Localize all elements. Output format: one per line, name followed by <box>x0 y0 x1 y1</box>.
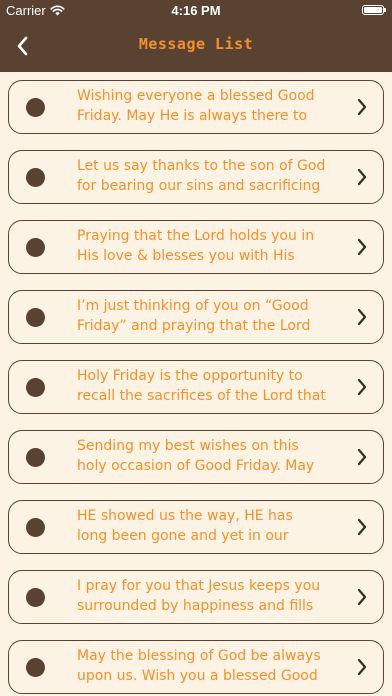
message-preview: May the blessing of God be always upon u… <box>77 648 321 684</box>
chevron-right-icon <box>357 588 367 606</box>
status-bar: Carrier 4:16 PM <box>0 0 392 22</box>
message-card[interactable]: May the blessing of God be always upon u… <box>8 640 384 694</box>
message-card[interactable]: Praying that the Lord holds you in His l… <box>8 220 384 274</box>
bullet-dot-icon <box>26 168 45 187</box>
chevron-right-icon <box>357 168 367 186</box>
bullet-dot-icon <box>26 378 45 397</box>
bullet-dot-icon <box>26 448 45 467</box>
chevron-right-icon <box>357 518 367 536</box>
message-preview: Holy Friday is the opportunity to recall… <box>77 368 326 404</box>
message-preview: Wishing everyone a blessed Good Friday. … <box>77 88 315 124</box>
clock: 4:16 PM <box>171 3 221 18</box>
navigation-header: Carrier 4:16 PM Message List <box>0 0 392 72</box>
chevron-right-icon <box>357 448 367 466</box>
message-preview: Praying that the Lord holds you in His l… <box>77 228 315 264</box>
message-preview: HE showed us the way, HE has long been g… <box>77 508 293 544</box>
message-card[interactable]: I’m just thinking of you on “Good Friday… <box>8 290 384 344</box>
bullet-dot-icon <box>26 588 45 607</box>
message-card[interactable]: Wishing everyone a blessed Good Friday. … <box>8 80 384 134</box>
message-preview: Sending my best wishes on this holy occa… <box>77 438 315 474</box>
chevron-right-icon <box>357 378 367 396</box>
chevron-right-icon <box>357 308 367 326</box>
message-preview: Let us say thanks to the son of God for … <box>77 158 326 194</box>
bullet-dot-icon <box>26 658 45 677</box>
message-list: Wishing everyone a blessed Good Friday. … <box>0 72 392 696</box>
page-title: Message List <box>138 35 254 53</box>
chevron-right-icon <box>357 658 367 676</box>
message-card[interactable]: I pray for you that Jesus keeps you surr… <box>8 570 384 624</box>
message-card[interactable]: HE showed us the way, HE has long been g… <box>8 500 384 554</box>
bullet-dot-icon <box>26 308 45 327</box>
bullet-dot-icon <box>26 98 45 117</box>
message-preview: I’m just thinking of you on “Good Friday… <box>77 298 311 334</box>
battery-icon <box>362 5 386 15</box>
chevron-right-icon <box>357 238 367 256</box>
bullet-dot-icon <box>26 238 45 257</box>
message-card[interactable]: Sending my best wishes on this holy occa… <box>8 430 384 484</box>
message-preview: I pray for you that Jesus keeps you surr… <box>77 578 321 614</box>
bullet-dot-icon <box>26 518 45 537</box>
message-card[interactable]: Let us say thanks to the son of God for … <box>8 150 384 204</box>
message-card[interactable]: Holy Friday is the opportunity to recall… <box>8 360 384 414</box>
chevron-right-icon <box>357 98 367 116</box>
